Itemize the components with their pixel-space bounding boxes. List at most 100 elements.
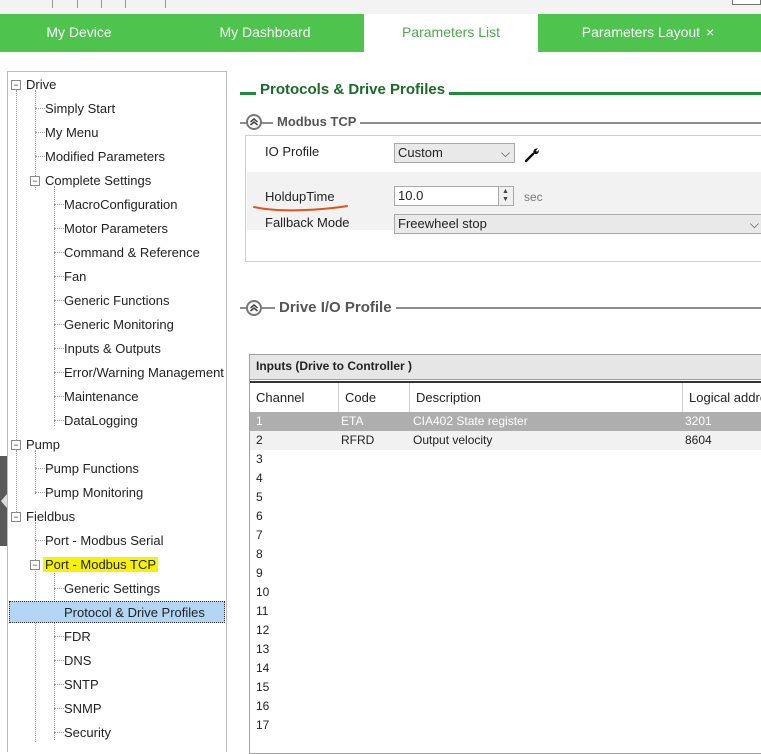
tree-item-fan[interactable]: Fan: [64, 267, 86, 287]
cell-channel: 14: [256, 661, 270, 675]
table-row[interactable]: 7: [250, 526, 761, 545]
collapse-toggle-icon[interactable]: −: [30, 560, 40, 570]
tree-item-pump-functions[interactable]: Pump Functions: [45, 459, 139, 479]
tree-item-pump-monitoring[interactable]: Pump Monitoring: [45, 483, 143, 503]
holdup-time-input[interactable]: 10.0 ▲ ▼: [394, 186, 514, 206]
tree-item-generic-settings[interactable]: Generic Settings: [64, 579, 160, 599]
holdup-time-label: HoldupTime: [265, 189, 335, 204]
table-row[interactable]: 3: [250, 450, 761, 469]
tree-item-motor-parameters[interactable]: Motor Parameters: [64, 219, 168, 239]
tree-item-sntp[interactable]: SNTP: [64, 675, 99, 695]
column-header-code[interactable]: Code: [339, 383, 410, 413]
table-row[interactable]: 15: [250, 678, 761, 697]
collapse-group-button[interactable]: [246, 114, 262, 130]
table-row[interactable]: 17: [250, 716, 761, 735]
table-row[interactable]: 14: [250, 659, 761, 678]
table-row[interactable]: 13: [250, 640, 761, 659]
tree-item-fieldbus[interactable]: Fieldbus: [26, 507, 75, 527]
tree-item-command-reference[interactable]: Command & Reference: [64, 243, 200, 263]
tree-item-dns[interactable]: DNS: [64, 651, 91, 671]
collapse-toggle-icon[interactable]: −: [11, 80, 21, 90]
tree-item-drive[interactable]: Drive: [26, 75, 56, 95]
cell-channel: 16: [256, 699, 270, 713]
cell-channel: 4: [256, 471, 263, 485]
tree-connector: [35, 132, 45, 133]
tree-connector: [54, 372, 64, 373]
collapse-toggle-icon[interactable]: −: [11, 512, 21, 522]
tree-connector: [54, 276, 64, 277]
chevron-down-icon: ⌵: [500, 146, 510, 160]
group-title-modbus-tcp: Modbus TCP: [273, 114, 361, 129]
holdup-time-value: 10.0: [398, 188, 424, 203]
table-row[interactable]: 6: [250, 507, 761, 526]
tree-item-fdr[interactable]: FDR: [64, 627, 91, 647]
table-row[interactable]: 11: [250, 602, 761, 621]
cell-channel: 9: [256, 566, 263, 580]
tree-item-inputs-outputs[interactable]: Inputs & Outputs: [64, 339, 161, 359]
tree-item-port-modbus-serial[interactable]: Port - Modbus Serial: [45, 531, 164, 551]
wrench-icon[interactable]: [524, 145, 544, 163]
close-icon[interactable]: ×: [706, 24, 714, 40]
toolbar-separator: [125, 0, 126, 8]
tree-item-snmp[interactable]: SNMP: [64, 699, 102, 719]
tree-item-generic-monitoring[interactable]: Generic Monitoring: [64, 315, 174, 335]
cell-channel: 3: [256, 452, 263, 466]
spin-down-icon[interactable]: ▼: [502, 196, 509, 204]
cell-description: CIA402 State register: [413, 414, 528, 428]
cell-channel: 15: [256, 680, 270, 694]
io-profile-select[interactable]: Custom ⌵: [394, 143, 515, 163]
tree-item-protocol-drive-profiles[interactable]: Protocol & Drive Profiles: [64, 603, 205, 623]
tree-item-complete-settings[interactable]: Complete Settings: [45, 171, 151, 191]
spinner-buttons[interactable]: ▲ ▼: [498, 187, 513, 205]
double-chevron-up-icon: [250, 304, 258, 312]
column-header-channel[interactable]: Channel: [250, 383, 339, 413]
tree-item-maintenance[interactable]: Maintenance: [64, 387, 138, 407]
tree-item-my-menu[interactable]: My Menu: [45, 123, 98, 143]
tree-item-generic-functions[interactable]: Generic Functions: [64, 291, 170, 311]
tree-connector: [35, 450, 36, 494]
cell-description: Output velocity: [413, 433, 493, 447]
spin-up-icon[interactable]: ▲: [502, 188, 509, 196]
table-row[interactable]: 2 RFRD Output velocity 8604: [250, 431, 761, 450]
toolbar-separator: [52, 0, 53, 8]
tree-connector: [54, 324, 64, 325]
tree-item-error-warning-management[interactable]: Error/Warning Management: [64, 363, 224, 383]
tree-connector: [54, 636, 64, 637]
collapse-group-button[interactable]: [246, 300, 262, 316]
io-profile-label: IO Profile: [265, 144, 320, 159]
tab-my-device[interactable]: My Device: [0, 14, 158, 52]
fallback-mode-select[interactable]: Freewheel stop ⌵: [394, 214, 761, 234]
collapse-toggle-icon[interactable]: −: [30, 176, 40, 186]
column-header-description[interactable]: Description: [410, 383, 683, 413]
window-control[interactable]: [732, 0, 761, 5]
tree-item-security[interactable]: Security: [64, 723, 111, 743]
table-row[interactable]: 10: [250, 583, 761, 602]
tree-item-port-modbus-tcp[interactable]: Port - Modbus TCP: [43, 555, 159, 575]
toolbar-separator: [101, 0, 102, 8]
table-row[interactable]: 4: [250, 469, 761, 488]
tree-item-macro-configuration[interactable]: MacroConfiguration: [64, 195, 177, 215]
table-row[interactable]: 16: [250, 697, 761, 716]
tab-my-dashboard[interactable]: My Dashboard: [170, 14, 360, 52]
cell-logical-address: 8604: [685, 433, 712, 447]
tree-connector: [35, 468, 45, 469]
tree-item-datalogging[interactable]: DataLogging: [64, 411, 138, 431]
table-row[interactable]: 9: [250, 564, 761, 583]
toolbar-separator: [165, 0, 166, 8]
tree-item-modified-parameters[interactable]: Modified Parameters: [45, 147, 165, 167]
double-chevron-up-icon: [250, 118, 258, 126]
cell-channel: 6: [256, 509, 263, 523]
tab-parameters-list[interactable]: Parameters List: [364, 14, 538, 52]
tab-label: Parameters Layout: [581, 24, 701, 40]
column-header-logical-address[interactable]: Logical addre: [683, 383, 761, 413]
table-row[interactable]: 8: [250, 545, 761, 564]
tree-connector: [35, 522, 36, 742]
tree-connector: [54, 570, 55, 740]
collapse-toggle-icon[interactable]: −: [11, 440, 21, 450]
tab-parameters-layout[interactable]: Parameters Layout ×: [548, 14, 748, 52]
table-row[interactable]: 5: [250, 488, 761, 507]
table-row[interactable]: 12: [250, 621, 761, 640]
tree-item-simply-start[interactable]: Simply Start: [45, 99, 115, 119]
table-row[interactable]: 1 ETA CIA402 State register 3201: [250, 412, 761, 431]
tree-item-pump[interactable]: Pump: [26, 435, 60, 455]
